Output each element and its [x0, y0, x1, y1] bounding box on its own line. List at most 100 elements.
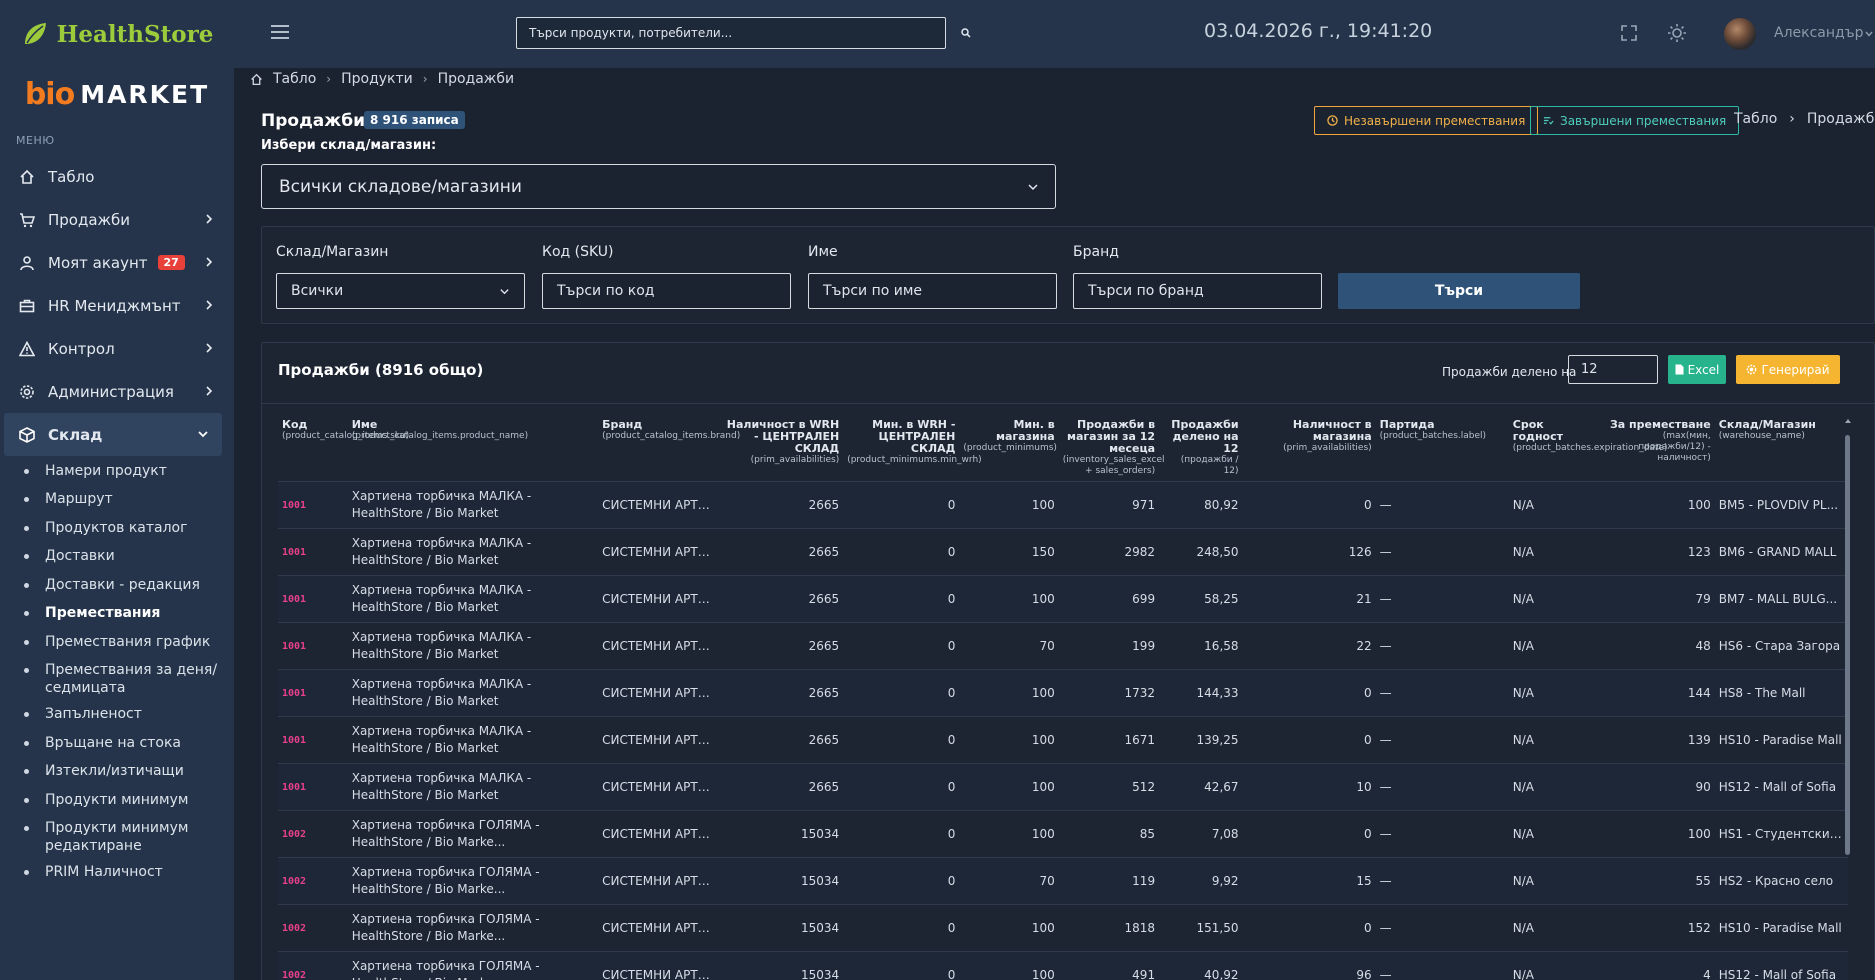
bullet-icon [24, 554, 29, 559]
divide-by-input[interactable]: 12 [1568, 355, 1658, 384]
table-row[interactable]: 1001 Хартиена торбичка МАЛКА - HealthStor… [278, 528, 1848, 576]
sidebar-subitem[interactable]: Изтекли/изтичащи [0, 762, 234, 791]
user-icon [18, 254, 36, 272]
table-row[interactable]: 1002Хартиена торбичка ГОЛЯМА - HealthSto… [278, 810, 1848, 858]
column-header[interactable]: Мин. в магазина (product_minimums) [959, 413, 1058, 482]
sidebar-item-dashboard[interactable]: Табло [0, 155, 234, 198]
sidebar-subitem[interactable]: Продуктов каталог [0, 519, 234, 547]
table-row[interactable]: 1001 Хартиена торбичка МАЛКА - HealthStor… [278, 716, 1848, 764]
table-row[interactable]: 1002Хартиена торбичка ГОЛЯМА - HealthSto… [278, 951, 1848, 980]
market-logo-text: MARKET [80, 79, 210, 109]
table-cell[interactable]: 1001 [278, 622, 348, 670]
global-search-input[interactable] [517, 18, 945, 48]
table-cell[interactable]: 1001 [278, 528, 348, 576]
table-cell: Хартиена торбичка ГОЛЯМА - HealthStore /… [347, 951, 599, 980]
sidebar-subitem[interactable]: Доставки - редакция [0, 576, 234, 604]
column-header[interactable]: Наличност в WRH - ЦЕНТРАЛЕН СКЛАД (prim_a… [717, 413, 843, 482]
breadcrumb-item-products[interactable]: Продукти [341, 71, 413, 87]
excel-export-button[interactable]: Excel [1668, 355, 1726, 384]
notification-badge: 27 [157, 255, 185, 270]
table-row[interactable]: 1001 Хартиена торбичка МАЛКА - HealthStor… [278, 575, 1848, 623]
column-header[interactable]: Наличност в магазина (prim_availabilities… [1243, 413, 1376, 482]
list-check-icon [1543, 117, 1554, 125]
sidebar-subitem[interactable]: Премествания [0, 604, 234, 633]
breadcrumb-item-dashboard[interactable]: Табло [1734, 111, 1777, 127]
sidebar-subitem[interactable]: Продукти минимум редактиране [0, 819, 234, 863]
column-header[interactable]: Партида (product_batches.label) [1376, 413, 1509, 482]
fullscreen-icon[interactable] [1618, 22, 1640, 44]
sidebar-subitem[interactable]: PRIM Наличност [0, 863, 234, 891]
bio-logo-text: bio [24, 76, 75, 112]
table-row[interactable]: 1001 Хартиена торбичка МАЛКА - HealthStor… [278, 669, 1848, 717]
table-cell: 2982 [1058, 528, 1160, 576]
table-cell[interactable]: 1002 [278, 857, 348, 905]
chevron-down-icon[interactable] [1864, 29, 1874, 39]
column-header[interactable]: Склад/Магазин (warehouse_name) [1715, 413, 1848, 482]
column-header[interactable]: Мин. в WRH - ЦЕНТРАЛЕН СКЛАД (product_min… [843, 413, 981, 482]
filter-name-input[interactable]: Търси по име [808, 273, 1057, 309]
table-cell: — [1375, 716, 1509, 764]
gear-icon [18, 383, 36, 401]
table-cell: 0 [843, 810, 960, 858]
scrollbar-thumb[interactable] [1845, 435, 1850, 855]
table-row[interactable]: 1002Хартиена торбичка ГОЛЯМА - HealthSto… [278, 904, 1848, 952]
hamburger-menu-icon[interactable] [270, 24, 290, 40]
store-select-dropdown[interactable]: Всички складове/магазини [261, 164, 1056, 209]
table-row[interactable]: 1002Хартиена торбичка ГОЛЯМА - HealthSto… [278, 857, 1848, 905]
breadcrumb-item-dashboard[interactable]: Табло [273, 71, 316, 87]
column-header[interactable]: Код (product_catalog_items.sku) [278, 413, 409, 482]
chevron-right-icon [206, 214, 213, 224]
sidebar-subitem[interactable]: Продукти минимум [0, 791, 234, 819]
sidebar-item-control[interactable]: Контрол [0, 327, 234, 370]
table-row[interactable]: 1001 Хартиена торбичка МАЛКА - HealthStor… [278, 763, 1848, 811]
completed-transfers-button[interactable]: Завършени премествания [1530, 106, 1740, 135]
column-header[interactable]: Срок годност (product_batches.expiration_… [1509, 413, 1668, 482]
table-cell: HS10 - Paradise Mall [1714, 716, 1848, 764]
filter-store-select[interactable]: Всички [276, 273, 525, 309]
table-cell[interactable]: 1002 [278, 810, 348, 858]
sidebar-item-warehouse[interactable]: Склад [4, 413, 222, 456]
filter-brand-input[interactable]: Търси по бранд [1073, 273, 1322, 309]
filter-search-button[interactable]: Търси [1338, 273, 1580, 309]
sidebar-item-administration[interactable]: Администрация [0, 370, 234, 413]
column-header[interactable]: Продажби делено на 12 (продажби / 12) [1159, 413, 1242, 482]
sidebar-item-hr[interactable]: HR Мениджмънт [0, 284, 234, 327]
sidebar-subitem[interactable]: Премествания график [0, 633, 234, 661]
table-cell[interactable]: 1002 [278, 951, 348, 980]
column-header[interactable]: Бранд (product_catalog_items.brand) [598, 413, 740, 482]
sidebar-item-sales[interactable]: Продажби [0, 198, 234, 241]
table-cell[interactable]: 1001 [278, 669, 348, 717]
sidebar-subitem[interactable]: Маршрут [0, 490, 234, 519]
table-row[interactable]: 1001 Хартиена торбичка МАЛКА - HealthStor… [278, 481, 1848, 529]
chevron-down-icon [1028, 184, 1038, 191]
column-header[interactable]: Име (product_catalog_items.product_name) [348, 413, 598, 482]
brand-logo[interactable]: HealthStore [0, 0, 234, 68]
table-cell[interactable]: 1001 [278, 481, 348, 529]
table-cell: 2665 [717, 716, 844, 764]
sidebar-subitem[interactable]: Намери продукт [0, 462, 234, 490]
table-cell[interactable]: 1001 [278, 716, 348, 764]
table-cell: 21 [1242, 575, 1376, 623]
sidebar-item-my-account[interactable]: Моят акаунт 27 [0, 241, 234, 284]
sidebar-subitem[interactable]: Връщане на стока [0, 734, 234, 762]
pending-transfers-button[interactable]: Незавършени премествания [1314, 106, 1539, 135]
avatar[interactable] [1724, 18, 1756, 50]
search-button[interactable] [948, 17, 984, 49]
table-cell: 0 [1242, 810, 1376, 858]
sidebar-subitem[interactable]: Премествания за деня/ седмицата [0, 661, 234, 705]
column-header[interactable]: Продажби в магазин за 12 месеца (inventor… [1059, 413, 1165, 482]
sidebar-subitem[interactable]: Доставки [0, 547, 234, 576]
column-header-source: (product_batches.label) [1379, 431, 1487, 441]
filter-sku-input[interactable]: Търси по код [542, 273, 791, 309]
bullet-icon [24, 469, 29, 474]
username[interactable]: Александър [1774, 25, 1863, 41]
generate-button[interactable]: Генерирай [1736, 355, 1840, 384]
table-cell[interactable]: 1001 [278, 575, 348, 623]
brand-name: HealthStore [56, 20, 214, 48]
table-row[interactable]: 1001 Хартиена торбичка МАЛКА - HealthStor… [278, 622, 1848, 670]
sidebar-subitem[interactable]: Запълненост [0, 705, 234, 734]
table-cell[interactable]: 1001 [278, 763, 348, 811]
leaf-logo-icon [24, 23, 46, 44]
theme-toggle-sun-icon[interactable] [1666, 22, 1688, 44]
table-cell[interactable]: 1002 [278, 904, 348, 952]
